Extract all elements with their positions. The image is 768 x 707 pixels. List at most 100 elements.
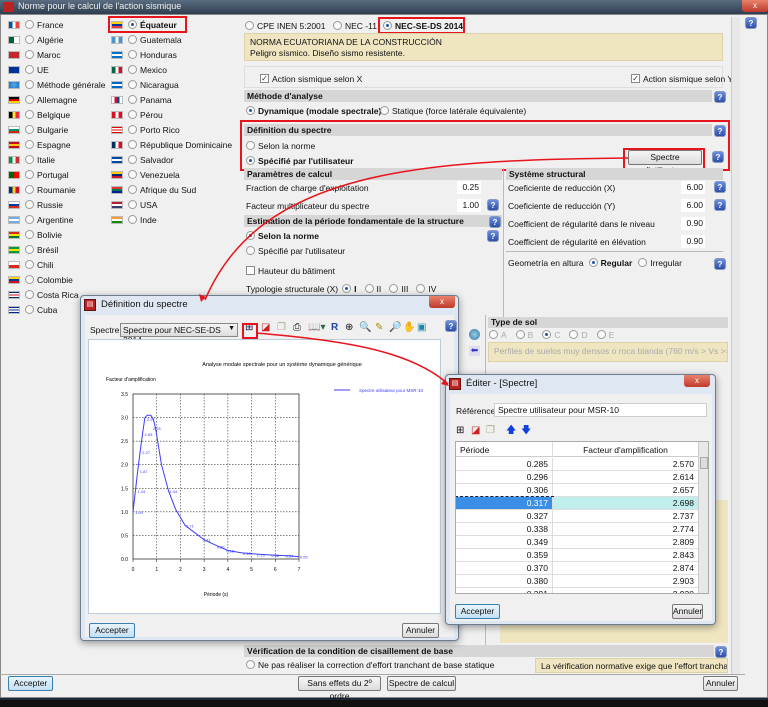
country-option[interactable]: Roumanie — [8, 183, 76, 196]
radio[interactable] — [25, 290, 34, 299]
facteur-cell[interactable]: 2.903 — [553, 575, 698, 588]
country-option[interactable]: République Dominicaine — [111, 138, 232, 151]
close-button[interactable]: x — [684, 375, 710, 387]
radio[interactable] — [25, 245, 34, 254]
methode-statique[interactable]: Statique (force latérale équivalente) — [380, 104, 526, 117]
radio[interactable] — [246, 106, 255, 115]
facteur-cell[interactable]: 2.843 — [553, 549, 698, 562]
periode-cell[interactable]: 0.317 — [456, 496, 554, 511]
country-option[interactable]: Argentine — [8, 213, 73, 226]
help-icon[interactable]: ? — [714, 91, 726, 103]
column-header[interactable]: Période — [456, 442, 553, 457]
check-icon[interactable]: ✓ — [631, 74, 640, 83]
radio[interactable] — [416, 284, 426, 293]
radio[interactable] — [128, 110, 137, 119]
radio[interactable] — [128, 185, 137, 194]
radio[interactable] — [25, 125, 34, 134]
help-icon[interactable]: ? — [714, 258, 726, 270]
facteur-input[interactable]: 1.00 — [457, 199, 481, 212]
action-x-checkbox[interactable]: ✓ Action sismique selon X — [260, 72, 362, 85]
radio[interactable] — [25, 50, 34, 59]
periode-cell[interactable]: 0.349 — [456, 536, 553, 549]
facteur-cell[interactable]: 2.774 — [553, 523, 698, 536]
close-button[interactable]: x — [429, 296, 455, 308]
radio[interactable] — [128, 35, 137, 44]
radio[interactable] — [25, 275, 34, 284]
radio[interactable] — [25, 140, 34, 149]
radio[interactable] — [25, 305, 34, 314]
radio[interactable] — [128, 125, 137, 134]
accept-button[interactable]: Accepter — [455, 604, 500, 619]
norm-option-nec11[interactable]: NEC -11 — [333, 19, 377, 32]
methode-dynamique[interactable]: Dynamique (modale spectrale) — [246, 104, 381, 117]
facteur-cell[interactable]: 2.614 — [553, 471, 698, 484]
radio[interactable] — [128, 215, 137, 224]
copy-icon[interactable]: ❐ — [277, 321, 286, 335]
action-y-checkbox[interactable]: ✓ Action sismique selon Y — [631, 72, 733, 85]
library-icon[interactable]: 📖▾ — [308, 321, 325, 335]
hauteur-checkbox[interactable]: Hauteur du bâtiment — [246, 264, 335, 277]
country-option[interactable]: Russie — [8, 198, 63, 211]
estimation-specifie[interactable]: Spécifié par l'utilisateur — [246, 244, 345, 257]
help-icon[interactable]: ? — [714, 181, 726, 193]
periode-cell[interactable]: 0.380 — [456, 575, 553, 588]
radio[interactable] — [25, 215, 34, 224]
pencil-icon[interactable]: ✎ — [375, 321, 383, 335]
column-header[interactable]: Facteur d'amplification — [553, 442, 698, 457]
country-option[interactable]: Panama — [111, 93, 172, 106]
zoom-window-icon[interactable]: 🔎 — [389, 321, 401, 335]
radio[interactable] — [364, 284, 374, 293]
radio[interactable] — [342, 284, 352, 293]
scrollbar[interactable] — [731, 17, 740, 674]
radio[interactable] — [245, 21, 254, 30]
radio[interactable] — [25, 35, 34, 44]
reference-input[interactable]: Spectre utilisateur pour MSR-10 — [494, 403, 707, 417]
help-icon[interactable]: ? — [714, 199, 726, 211]
fraction-input[interactable]: 0.25 — [457, 181, 481, 194]
help-icon[interactable]: ? — [489, 216, 501, 228]
country-option[interactable]: USA — [111, 198, 157, 211]
country-option[interactable]: Belgique — [8, 108, 70, 121]
country-option[interactable]: Honduras — [111, 48, 177, 61]
radio[interactable] — [25, 260, 34, 269]
periode-cell[interactable]: 0.338 — [456, 523, 553, 536]
sans-effets-button[interactable]: Sans effets du 2º ordre — [298, 676, 381, 701]
systeme-value-input[interactable]: 0.90 — [681, 235, 705, 248]
country-option[interactable]: Espagne — [8, 138, 71, 151]
radio[interactable] — [542, 330, 552, 339]
spectre-calcul-button[interactable]: Spectre de calcul — [387, 676, 456, 691]
country-option[interactable]: Guatemala — [111, 33, 182, 46]
facteur-cell[interactable]: 2.809 — [553, 536, 698, 549]
country-option[interactable]: Italie — [8, 153, 55, 166]
radio[interactable] — [25, 110, 34, 119]
country-option[interactable]: Salvador — [111, 153, 174, 166]
cancel-button[interactable]: Annuler — [402, 623, 439, 638]
country-option[interactable]: Brésil — [8, 243, 58, 256]
periode-cell[interactable]: 0.306 — [456, 484, 553, 497]
radio[interactable] — [25, 170, 34, 179]
country-option[interactable]: Bolivie — [8, 228, 62, 241]
periode-cell[interactable]: 0.391 — [456, 588, 553, 593]
radio[interactable] — [25, 230, 34, 239]
country-option[interactable]: Algérie — [8, 33, 63, 46]
radio[interactable] — [128, 140, 137, 149]
facteur-cell[interactable]: 2.657 — [553, 484, 698, 497]
radio[interactable] — [638, 258, 648, 267]
radio[interactable] — [596, 330, 606, 339]
accept-button[interactable]: Accepter — [8, 676, 53, 691]
radio[interactable] — [25, 80, 34, 89]
country-option[interactable]: Maroc — [8, 48, 61, 61]
country-option[interactable]: Afrique du Sud — [111, 183, 196, 196]
cancel-button[interactable]: Annuler — [703, 676, 738, 691]
country-option[interactable]: Costa Rica — [8, 288, 79, 301]
country-option[interactable]: Inde — [111, 213, 157, 226]
help-icon[interactable]: ? — [445, 320, 457, 332]
facteur-cell[interactable]: 2.570 — [553, 458, 698, 471]
facteur-cell[interactable]: 2.874 — [553, 562, 698, 575]
close-button[interactable]: x — [742, 0, 768, 12]
periode-cell[interactable]: 0.285 — [456, 458, 553, 471]
spectre-select[interactable]: Spectre pour NEC-SE-DS 2014▼ — [120, 323, 238, 345]
systeme-value-input[interactable]: 0.90 — [681, 217, 705, 230]
systeme-value-input[interactable]: 6.00 — [681, 199, 705, 212]
radio[interactable] — [380, 106, 389, 115]
